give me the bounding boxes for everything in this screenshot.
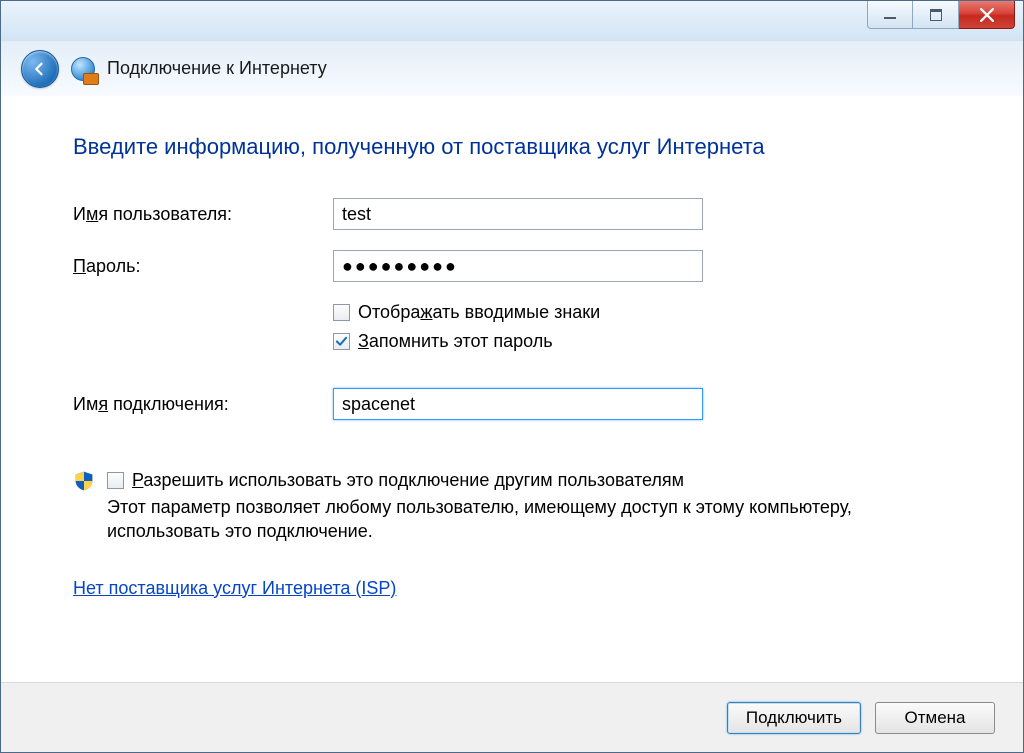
uac-shield-icon bbox=[73, 470, 95, 492]
minimize-button[interactable] bbox=[867, 1, 913, 29]
remember-password-label: Запомнить этот пароль bbox=[358, 331, 553, 352]
wizard-window: Подключение к Интернету Введите информац… bbox=[0, 0, 1024, 753]
no-isp-link[interactable]: Нет поставщика услуг Интернета (ISP) bbox=[73, 578, 396, 598]
password-input[interactable] bbox=[333, 250, 703, 282]
close-button[interactable] bbox=[959, 1, 1015, 29]
back-button[interactable] bbox=[21, 50, 59, 88]
allow-other-users-checkbox[interactable] bbox=[107, 472, 124, 489]
connection-name-input[interactable] bbox=[333, 388, 703, 420]
close-icon bbox=[980, 8, 994, 22]
password-label: Пароль: bbox=[73, 256, 333, 277]
username-input[interactable] bbox=[333, 198, 703, 230]
instruction-heading: Введите информацию, полученную от постав… bbox=[73, 134, 963, 160]
allow-other-users-row: Разрешить использовать это подключение д… bbox=[107, 470, 963, 491]
connect-button[interactable]: Подключить bbox=[727, 702, 861, 734]
maximize-button[interactable] bbox=[913, 1, 959, 29]
allow-other-users-description: Этот параметр позволяет любому пользоват… bbox=[107, 495, 963, 544]
back-arrow-icon bbox=[31, 60, 49, 78]
connection-name-row: Имя подключения: bbox=[73, 388, 963, 420]
username-row: Имя пользователя: bbox=[73, 198, 963, 230]
show-chars-row: Отображать вводимые знаки bbox=[333, 302, 963, 323]
show-chars-label: Отображать вводимые знаки bbox=[358, 302, 600, 323]
wizard-title: Подключение к Интернету bbox=[107, 58, 327, 79]
remember-password-checkbox[interactable] bbox=[333, 333, 350, 350]
caption-buttons bbox=[867, 1, 1015, 29]
allow-other-users-label: Разрешить использовать это подключение д… bbox=[132, 470, 684, 491]
show-chars-checkbox[interactable] bbox=[333, 304, 350, 321]
no-isp-link-wrap: Нет поставщика услуг Интернета (ISP) bbox=[73, 578, 963, 599]
remember-password-row: Запомнить этот пароль bbox=[333, 331, 963, 352]
password-row: Пароль: bbox=[73, 250, 963, 282]
username-label: Имя пользователя: bbox=[73, 204, 333, 225]
connection-name-label: Имя подключения: bbox=[73, 394, 333, 415]
allow-other-users-block: Разрешить использовать это подключение д… bbox=[73, 470, 963, 544]
cancel-button[interactable]: Отмена bbox=[875, 702, 995, 734]
wizard-footer: Подключить Отмена bbox=[1, 682, 1023, 752]
wizard-content: Введите информацию, полученную от постав… bbox=[1, 96, 1023, 682]
wizard-header: Подключение к Интернету bbox=[1, 41, 1023, 97]
titlebar bbox=[1, 1, 1023, 42]
internet-connection-icon bbox=[71, 57, 95, 81]
